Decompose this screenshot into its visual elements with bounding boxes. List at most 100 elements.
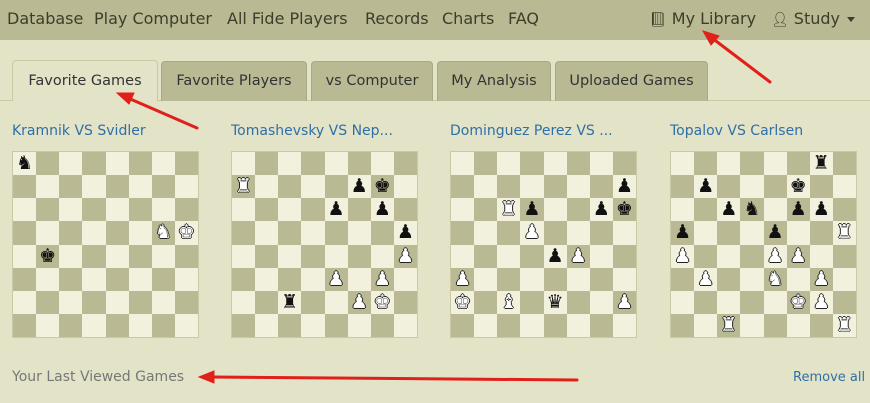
white-bishop-piece: ♝︎	[500, 290, 518, 313]
board-square	[717, 152, 741, 176]
board-square: ♟︎	[543, 244, 567, 268]
board-square: ♟︎	[520, 198, 544, 222]
nav-play-computer[interactable]: Play Computer	[94, 9, 212, 28]
board-square	[151, 244, 175, 268]
board-square	[232, 221, 256, 245]
nav-database[interactable]: Database	[7, 9, 83, 28]
board-square	[82, 221, 106, 245]
board-square: ♞︎	[740, 198, 764, 222]
board-square	[474, 313, 498, 337]
board-square	[809, 313, 833, 337]
board-square: ♞︎	[763, 267, 787, 291]
nav-records[interactable]: Records	[365, 9, 429, 28]
board-square	[347, 152, 371, 176]
white-pawn-piece: ♟︎	[812, 267, 830, 290]
board-square	[474, 221, 498, 245]
board-square	[255, 313, 279, 337]
board-square	[370, 313, 394, 337]
nav-charts[interactable]: Charts	[442, 9, 494, 28]
white-pawn-piece: ♟︎	[454, 267, 472, 290]
board-square	[671, 152, 695, 176]
board-square	[393, 267, 417, 291]
board-square	[151, 267, 175, 291]
board-square	[36, 175, 60, 199]
board-square	[786, 152, 810, 176]
white-rook-piece: ♜︎	[500, 198, 518, 221]
chess-board-preview[interactable]: ♜︎ ♟︎ ♚︎ ♟︎ ♟︎ ♟︎ ♟︎ ♟︎ ♟︎ ♜︎ ♟︎ ♚︎	[231, 151, 418, 338]
board-square	[589, 152, 613, 176]
board-square	[717, 267, 741, 291]
board-square	[13, 290, 37, 314]
board-square	[278, 152, 302, 176]
board-square	[59, 198, 83, 222]
white-rook-piece: ♜︎	[835, 221, 853, 244]
board-square	[347, 267, 371, 291]
board-square	[232, 244, 256, 268]
board-square	[255, 221, 279, 245]
remove-all-link[interactable]: Remove all	[793, 370, 865, 385]
chess-board-preview[interactable]: ♜︎ ♟︎ ♚︎ ♟︎ ♞︎ ♟︎ ♟︎ ♟︎ ♟︎ ♜︎ ♟︎ ♟︎ ♟︎ ♟︎ ♞︎ ♟︎ ♚︎ ♟︎ ♜︎ ♜︎	[670, 151, 857, 338]
nav-study-dropdown[interactable]: 👤︎ Study	[771, 9, 855, 28]
chess-board-preview[interactable]: ♟︎ ♜︎ ♟︎ ♟︎ ♚︎ ♟︎ ♟︎ ♟︎ ♟︎ ♚︎ ♝︎ ♛︎ ♟︎	[450, 151, 637, 338]
board-square	[105, 198, 129, 222]
game-title-link[interactable]: Tomashevsky VS Nep...	[231, 123, 393, 139]
black-pawn-piece: ♟︎	[812, 198, 830, 221]
tab-my-analysis[interactable]: My Analysis	[437, 61, 551, 101]
board-square: ♚︎	[451, 290, 475, 314]
board-square	[174, 175, 198, 199]
board-square	[13, 313, 37, 337]
board-square	[278, 313, 302, 337]
board-square	[566, 267, 590, 291]
board-square	[543, 221, 567, 245]
board-square: ♟︎	[370, 267, 394, 291]
white-pawn-piece: ♟︎	[396, 244, 414, 267]
nav-faq[interactable]: FAQ	[508, 9, 539, 28]
board-square	[174, 313, 198, 337]
board-square	[393, 290, 417, 314]
board-square	[324, 175, 348, 199]
board-square	[301, 175, 325, 199]
board-square	[832, 244, 856, 268]
tab-favorite-games[interactable]: Favorite Games	[12, 60, 158, 101]
board-square	[82, 290, 106, 314]
board-square: ♚︎	[370, 175, 394, 199]
board-square	[786, 313, 810, 337]
board-square: ♟︎	[809, 267, 833, 291]
board-square	[393, 175, 417, 199]
board-square	[671, 175, 695, 199]
nav-my-library[interactable]: 📕︎ My Library	[649, 9, 756, 28]
board-square: ♟︎	[589, 198, 613, 222]
tab-favorite-players[interactable]: Favorite Players	[161, 61, 307, 101]
board-square	[232, 152, 256, 176]
black-pawn-piece: ♟︎	[766, 221, 784, 244]
board-square: ♜︎	[717, 313, 741, 337]
board-square	[543, 198, 567, 222]
board-square	[740, 175, 764, 199]
board-square	[128, 290, 152, 314]
board-square	[589, 244, 613, 268]
white-king-piece: ♚︎	[789, 290, 807, 313]
top-navbar: Database Play Computer All Fide Players …	[0, 0, 870, 40]
game-title-link[interactable]: Kramnik VS Svidler	[12, 123, 146, 139]
tab-uploaded-games[interactable]: Uploaded Games	[555, 61, 708, 101]
board-square	[474, 198, 498, 222]
white-king-piece: ♚︎	[373, 290, 391, 313]
board-square	[763, 152, 787, 176]
nav-all-fide-players[interactable]: All Fide Players	[227, 9, 348, 28]
board-square	[566, 152, 590, 176]
game-title-link[interactable]: Topalov VS Carlsen	[670, 123, 803, 139]
tab-vs-computer[interactable]: vs Computer	[311, 61, 433, 101]
white-knight-piece: ♞︎	[154, 221, 172, 244]
game-title-link[interactable]: Dominguez Perez VS ...	[450, 123, 613, 139]
board-square	[82, 244, 106, 268]
board-square: ♟︎	[786, 198, 810, 222]
black-knight-piece: ♞︎	[16, 152, 34, 175]
last-viewed-heading: Your Last Viewed Games	[12, 369, 185, 385]
board-square: ♟︎	[393, 244, 417, 268]
chess-board-preview[interactable]: ♞︎ ♞︎ ♚︎ ♚︎	[12, 151, 199, 338]
board-square	[324, 221, 348, 245]
black-king-piece: ♚︎	[615, 198, 633, 221]
black-pawn-piece: ♟︎	[396, 221, 414, 244]
board-square: ♟︎	[324, 267, 348, 291]
board-square	[59, 313, 83, 337]
